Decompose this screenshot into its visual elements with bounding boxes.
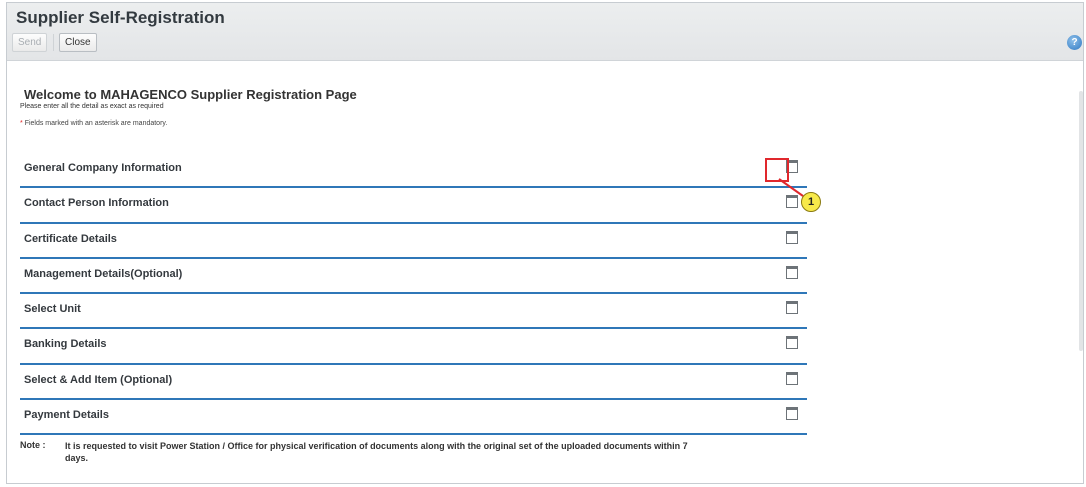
expand-icon[interactable]: [786, 301, 798, 315]
help-icon[interactable]: ?: [1067, 35, 1082, 50]
section-contact-person-information[interactable]: Contact Person Information: [20, 188, 807, 224]
section-label: Management Details(Optional): [24, 267, 183, 280]
registration-window: Supplier Self-Registration Send Close ? …: [6, 2, 1084, 484]
send-button[interactable]: Send: [12, 33, 48, 52]
section-label: Certificate Details: [24, 232, 117, 245]
section-certificate-details[interactable]: Certificate Details: [20, 224, 807, 259]
section-select-unit[interactable]: Select Unit: [20, 294, 807, 330]
expand-icon[interactable]: [786, 371, 798, 385]
note-label: Note :: [20, 440, 46, 450]
note-text: It is requested to visit Power Station /…: [65, 441, 688, 463]
section-select-add-item[interactable]: Select & Add Item (Optional): [20, 365, 807, 401]
expand-icon[interactable]: [786, 230, 798, 244]
asterisk-marker: *: [20, 120, 23, 127]
section-payment-details[interactable]: Payment Details: [20, 400, 807, 436]
section-banking-details[interactable]: Banking Details: [20, 329, 807, 365]
annotation-step-badge: 1: [801, 192, 821, 212]
expand-icon[interactable]: [786, 407, 798, 421]
section-label: Select Unit: [24, 303, 81, 316]
section-label: Banking Details: [24, 338, 107, 351]
page-title: Supplier Self-Registration: [16, 8, 225, 27]
vertical-scrollbar[interactable]: [1079, 91, 1083, 351]
title-bar: Supplier Self-Registration Send Close ?: [7, 3, 1083, 61]
main-content: Welcome to MAHAGENCO Supplier Registrati…: [7, 61, 1083, 483]
expand-icon[interactable]: [786, 336, 798, 350]
section-general-company-information[interactable]: General Company Information: [20, 153, 807, 189]
section-management-details[interactable]: Management Details(Optional): [20, 259, 807, 295]
section-label: Select & Add Item (Optional): [24, 373, 173, 386]
section-label: Payment Details: [24, 409, 109, 422]
section-label: General Company Information: [24, 162, 182, 174]
section-list: General Company Information Contact Pers…: [20, 153, 807, 436]
expand-icon[interactable]: [786, 265, 798, 279]
mandatory-note: * Fields marked with an asterisk are man…: [20, 120, 167, 127]
close-button[interactable]: Close: [59, 33, 97, 52]
welcome-heading: Welcome to MAHAGENCO Supplier Registrati…: [24, 87, 357, 102]
toolbar-divider: [53, 34, 54, 51]
mandatory-note-text: Fields marked with an asterisk are manda…: [24, 120, 168, 127]
section-label: Contact Person Information: [24, 197, 169, 210]
instruction-text: Please enter all the detail as exact as …: [20, 103, 164, 110]
